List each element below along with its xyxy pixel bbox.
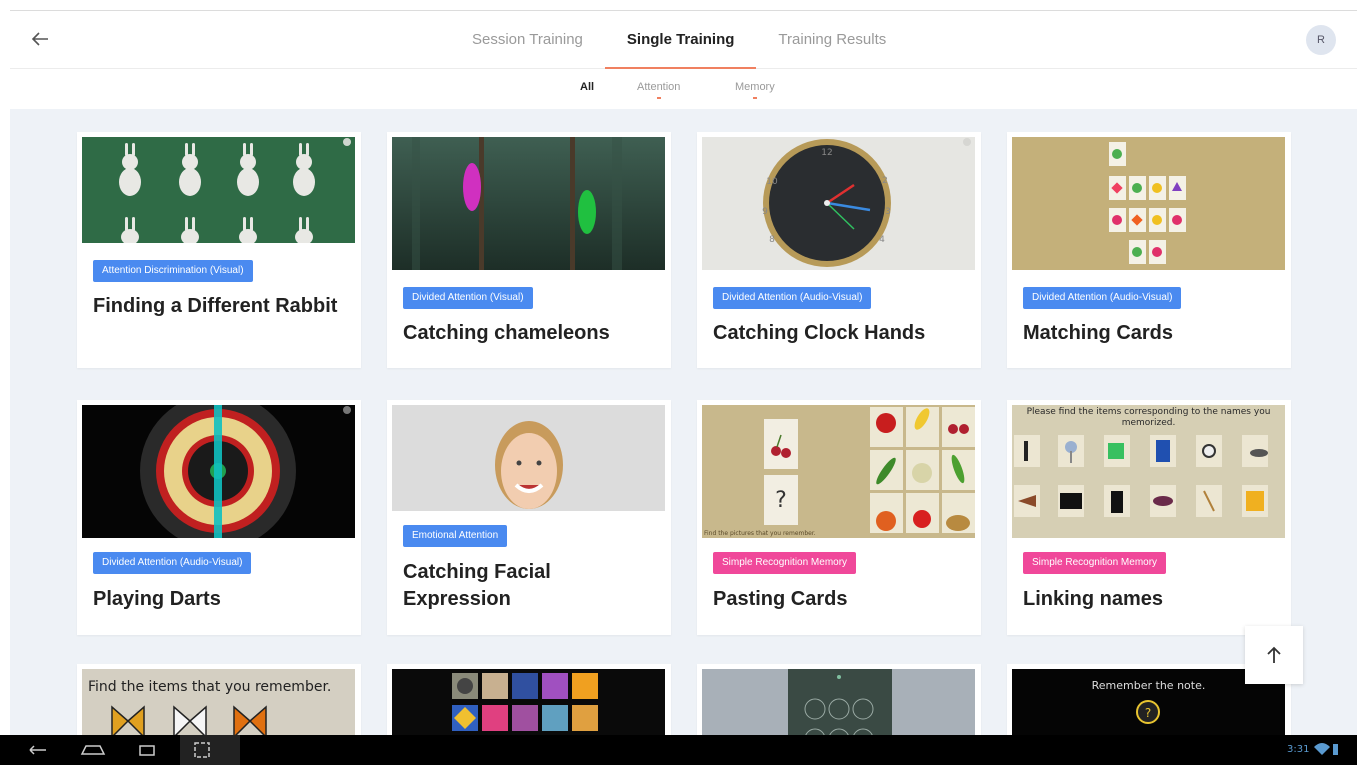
clock-image: 12 2 3 4 10 9 8 [702, 137, 975, 270]
card-thumbnail: 12 2 3 4 10 9 8 [702, 137, 975, 270]
card-thumbnail: ? Find the pictures that you remember. [702, 405, 975, 538]
filter-memory-indicator [752, 97, 757, 99]
filter-attention-indicator [656, 97, 661, 99]
system-nav-buttons [29, 735, 240, 765]
card-title: Linking names [1023, 588, 1164, 610]
category-tag: Attention Discrimination (Visual) [93, 260, 253, 282]
svg-text:8: 8 [769, 235, 775, 245]
card-title: Catching Facial Expression [403, 561, 551, 610]
card-thumbnail: Please find the items corresponding to t… [1012, 405, 1285, 538]
filter-attention-label: Attention [637, 81, 681, 93]
card-thumbnail [392, 405, 665, 511]
card-catching-clock-hands[interactable]: 12 2 3 4 10 9 8 Divided Attention (Audio… [697, 132, 981, 368]
screenshot-button-highlight [180, 735, 240, 765]
card-thumbnail [702, 669, 975, 735]
svg-text:3: 3 [885, 207, 891, 217]
card-thumbnail [392, 669, 665, 735]
svg-text:?: ? [1145, 706, 1151, 720]
card-linking-names[interactable]: Please find the items corresponding to t… [1007, 400, 1291, 635]
home-icon[interactable] [80, 745, 106, 755]
top-header: Session Training Single Training Trainin… [10, 11, 1357, 69]
filter-tabs: All Attention Memory [10, 69, 1357, 109]
dartboard-image [82, 405, 355, 538]
arrow-up-icon [1267, 646, 1281, 663]
category-tag: Simple Recognition Memory [1023, 552, 1167, 574]
card-pattern-tiles[interactable] [387, 664, 671, 735]
card-thumbnail [82, 137, 355, 243]
wifi-battery-icon [1314, 743, 1338, 755]
main-tabs: Session Training Single Training Trainin… [450, 11, 908, 69]
card-thumbnail [82, 405, 355, 538]
recent-apps-icon[interactable] [139, 745, 155, 756]
card-catching-facial-expression[interactable]: Emotional Attention Catching Facial Expr… [387, 400, 671, 635]
matching-cards-image [1012, 137, 1285, 270]
filter-all[interactable]: All [580, 81, 594, 93]
category-tag: Simple Recognition Memory [713, 552, 857, 574]
card-finding-rabbit[interactable]: Attention Discrimination (Visual) Findin… [77, 132, 361, 368]
svg-text:4: 4 [879, 235, 885, 245]
card-title: Matching Cards [1023, 322, 1174, 344]
card-pasting-cards[interactable]: ? Find the pictures that you remember. S… [697, 400, 981, 635]
app-window: Session Training Single Training Trainin… [10, 10, 1357, 735]
card-thumbnail [1012, 137, 1285, 270]
card-thumbnail: Find the items that you remember. [82, 669, 355, 735]
filter-memory[interactable]: Memory [735, 81, 775, 99]
pasting-instruction: Find the pictures that you remember. [704, 530, 816, 537]
tab-training-results[interactable]: Training Results [756, 11, 908, 69]
category-tag: Divided Attention (Audio-Visual) [1023, 287, 1182, 309]
face-image [392, 405, 665, 511]
card-thumbnail [392, 137, 665, 270]
card-title: Catching chameleons [403, 322, 610, 344]
card-title: Pasting Cards [713, 588, 848, 610]
system-navigation-bar: 3:31 [0, 735, 1357, 765]
back-arrow-icon[interactable] [28, 27, 52, 51]
back-icon[interactable] [29, 745, 46, 755]
card-number-keypad[interactable] [697, 664, 981, 735]
category-tag: Divided Attention (Visual) [403, 287, 533, 309]
butterflies-image [111, 705, 267, 735]
pasting-cards-image: ? Find the pictures that you remember. [702, 405, 975, 538]
card-find-items[interactable]: Find the items that you remember. [77, 664, 361, 735]
card-matching-cards[interactable]: Divided Attention (Audio-Visual) Matchin… [1007, 132, 1291, 368]
linking-items-image [1014, 435, 1268, 517]
svg-text:12: 12 [821, 148, 832, 158]
rabbit-grid-image [82, 137, 355, 243]
card-title: Playing Darts [93, 588, 221, 610]
card-playing-darts[interactable]: Divided Attention (Audio-Visual) Playing… [77, 400, 361, 635]
filter-all-label: All [580, 81, 595, 93]
card-catching-chameleons[interactable]: Divided Attention (Visual) Catching cham… [387, 132, 671, 368]
question-mark: ? [775, 488, 787, 513]
category-tag: Divided Attention (Audio-Visual) [713, 287, 872, 309]
keypad-image [788, 669, 892, 735]
chameleon-image [392, 137, 665, 270]
tab-session-training[interactable]: Session Training [450, 11, 605, 69]
filter-memory-label: Memory [735, 81, 775, 93]
svg-text:10: 10 [766, 177, 778, 187]
card-title: Catching Clock Hands [713, 322, 926, 344]
svg-text:9: 9 [762, 207, 768, 217]
status-time: 3:31 [1287, 744, 1310, 755]
filter-attention[interactable]: Attention [637, 81, 681, 99]
tab-single-training[interactable]: Single Training [604, 11, 757, 69]
category-tag: Emotional Attention [403, 525, 508, 547]
scroll-to-top-button[interactable] [1245, 626, 1303, 684]
category-tag: Divided Attention (Audio-Visual) [93, 552, 252, 574]
svg-text:2: 2 [882, 176, 888, 186]
card-title: Finding a Different Rabbit [93, 295, 338, 317]
pattern-tiles-image [452, 673, 598, 731]
avatar[interactable]: R [1306, 25, 1336, 55]
